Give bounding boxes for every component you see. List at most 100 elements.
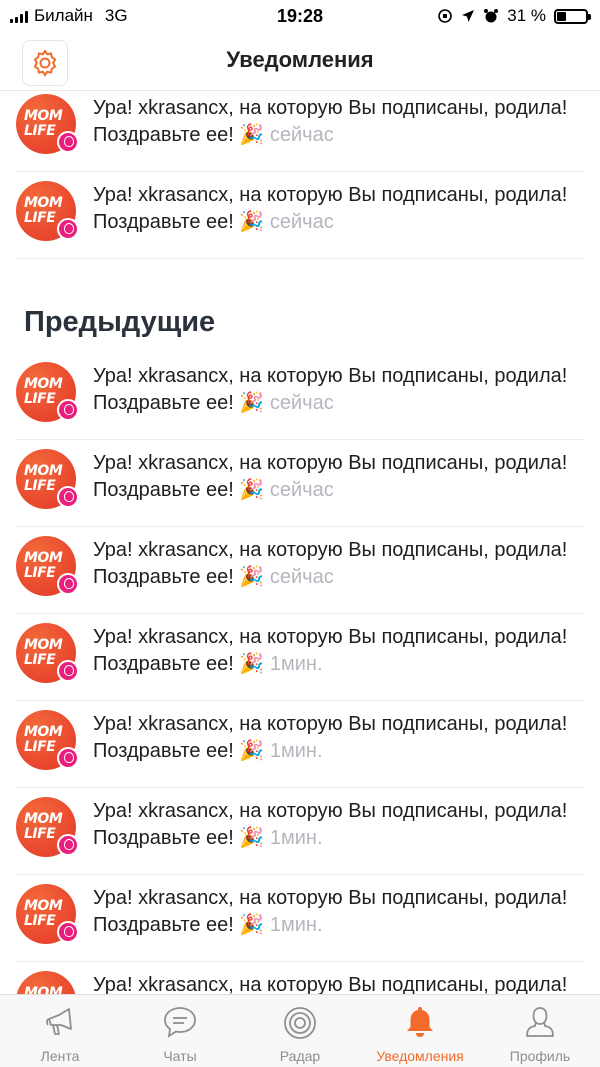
tab-label: Уведомления bbox=[376, 1048, 464, 1064]
notification-row[interactable]: MOMLIFE Ура! xkrasancx, на которую Вы под… bbox=[16, 701, 584, 788]
party-popper-icon: 🎉 bbox=[239, 390, 265, 414]
avatar[interactable]: MOMLIFE bbox=[16, 971, 76, 994]
avatar-logo-text: MOM bbox=[24, 108, 63, 124]
avatar-logo-text: MOM bbox=[24, 376, 63, 392]
chat-bubble-icon bbox=[164, 1007, 196, 1038]
avatar-logo-text: LIFE bbox=[24, 739, 56, 755]
tab-label: Радар bbox=[279, 1048, 321, 1064]
tab-feed[interactable]: Лента bbox=[0, 995, 120, 1067]
notification-row[interactable]: MOMLIFE Ура! xkrasancx, на которую Вы под… bbox=[16, 875, 584, 962]
notification-row[interactable]: MOMLIFE Ура! xkrasancx, на которую Вы под… bbox=[16, 90, 584, 172]
avatar[interactable]: MOMLIFE bbox=[16, 536, 79, 596]
notification-time: сейчас bbox=[269, 392, 334, 414]
avatar-logo-text: LIFE bbox=[24, 826, 56, 842]
notification-row[interactable]: MOMLIFE Ура! xkrasancx, на которую Вы под… bbox=[16, 527, 584, 614]
notification-message: Ура! xkrasancx, на которую Вы подписаны,… bbox=[93, 974, 568, 994]
avatar[interactable]: MOMLIFE bbox=[16, 94, 79, 154]
party-popper-icon: 🎉 bbox=[239, 825, 265, 849]
avatar-logo-text: LIFE bbox=[24, 478, 56, 494]
notifications-list[interactable]: MOM LIFE Ура! xkrasancx, на которую Вы под… bbox=[0, 90, 600, 994]
avatar-logo-text: MOM bbox=[24, 550, 63, 566]
balloon-badge-icon bbox=[57, 660, 79, 682]
location-arrow-icon bbox=[462, 10, 475, 22]
avatar-logo-text: LIFE bbox=[24, 565, 56, 581]
tab-profile[interactable]: Профиль bbox=[480, 995, 600, 1067]
balloon-badge-icon bbox=[57, 218, 79, 240]
status-bar: Билайн 3G 19:28 31 % bbox=[0, 0, 600, 34]
avatar[interactable]: MOMLIFE bbox=[16, 449, 79, 509]
notification-text: Ура! xkrasancx, на которую Вы подписаны,… bbox=[93, 972, 584, 994]
avatar-logo-text: MOM bbox=[24, 637, 63, 653]
balloon-badge-icon bbox=[57, 573, 79, 595]
tab-label: Лента bbox=[40, 1048, 80, 1064]
party-popper-icon: 🎉 bbox=[239, 122, 265, 146]
notification-row[interactable]: MOMLIFE Ура! xkrasancx, на которую Вы под… bbox=[16, 788, 584, 875]
party-popper-icon: 🎉 bbox=[239, 209, 265, 233]
notification-text: Ура! xkrasancx, на которую Вы подписаны,… bbox=[93, 363, 584, 416]
avatar-logo-text: LIFE bbox=[24, 652, 56, 668]
avatar[interactable]: MOMLIFE bbox=[16, 623, 79, 683]
battery-icon bbox=[554, 8, 591, 24]
notification-text: Ура! xkrasancx, на которую Вы подписаны,… bbox=[93, 798, 584, 851]
avatar[interactable]: MOMLIFE bbox=[16, 710, 79, 770]
notification-message: Ура! xkrasancx, на которую Вы подписаны,… bbox=[93, 713, 568, 762]
notification-time: 1мин. bbox=[269, 827, 323, 849]
notifications-group-previous: MOM LIFE Ура! xkrasancx, на которую Вы под… bbox=[0, 353, 600, 994]
notification-text: Ура! xkrasancx, на которую Вы подписаны,… bbox=[93, 885, 584, 938]
avatar-logo-text: LIFE bbox=[24, 391, 56, 407]
tab-radar[interactable]: Радар bbox=[240, 995, 360, 1067]
radar-icon bbox=[284, 1007, 316, 1039]
header: Уведомления bbox=[0, 34, 600, 91]
notification-time: 1мин. bbox=[269, 914, 323, 936]
notification-time: сейчас bbox=[269, 566, 334, 588]
avatar-logo-text: MOM bbox=[24, 724, 63, 740]
tab-bar: Лента Чаты Радар Уведомления Профиль bbox=[0, 994, 600, 1067]
notification-text: Ура! xkrasancx, на которую Вы подписаны,… bbox=[93, 537, 584, 590]
avatar[interactable]: MOMLIFE bbox=[16, 797, 79, 857]
avatar-logo-text: MOM bbox=[24, 463, 63, 479]
notification-time: сейчас bbox=[269, 479, 334, 501]
notification-time: сейчас bbox=[269, 124, 334, 146]
notification-row[interactable]: MOMLIFE Ура! xkrasancx, на которую Вы под… bbox=[16, 962, 584, 994]
notification-text: Ура! xkrasancx, на которую Вы подписаны,… bbox=[93, 95, 584, 148]
avatar[interactable]: MOMLIFE bbox=[16, 884, 79, 944]
orientation-lock-icon bbox=[438, 9, 453, 23]
avatar-logo-text: LIFE bbox=[24, 210, 56, 226]
tab-label: Профиль bbox=[509, 1048, 571, 1064]
notifications-group-recent: MOM LIFE Ура! xkrasancx, на которую Вы под… bbox=[0, 90, 600, 259]
balloon-badge-icon bbox=[57, 747, 79, 769]
status-right: 31 % bbox=[437, 6, 591, 26]
notification-row[interactable]: MOMLIFE Ура! xkrasancx, на которую Вы под… bbox=[16, 172, 584, 259]
notification-text: Ура! xkrasancx, на которую Вы подписаны,… bbox=[93, 711, 584, 764]
notification-text: Ура! xkrasancx, на которую Вы подписаны,… bbox=[93, 450, 584, 503]
avatar-logo-text: LIFE bbox=[24, 123, 56, 139]
bell-icon bbox=[407, 1007, 433, 1037]
tab-label: Чаты bbox=[163, 1048, 197, 1064]
party-popper-icon: 🎉 bbox=[239, 651, 265, 675]
party-popper-icon: 🎉 bbox=[239, 564, 265, 588]
notification-time: 1мин. bbox=[269, 740, 323, 762]
balloon-badge-icon bbox=[57, 131, 79, 153]
notification-text: Ура! xkrasancx, на которую Вы подписаны,… bbox=[93, 624, 584, 677]
tab-notifications[interactable]: Уведомления bbox=[360, 995, 480, 1067]
party-popper-icon: 🎉 bbox=[239, 738, 265, 762]
notification-row[interactable]: MOMLIFE Ура! xkrasancx, на которую Вы под… bbox=[16, 614, 584, 701]
notification-row[interactable]: MOMLIFE Ура! xkrasancx, на которую Вы под… bbox=[16, 353, 584, 440]
avatar[interactable]: MOMLIFE bbox=[16, 362, 79, 422]
balloon-badge-icon bbox=[57, 921, 79, 943]
notification-message: Ура! xkrasancx, на которую Вы подписаны,… bbox=[93, 800, 568, 849]
tab-chats[interactable]: Чаты bbox=[120, 995, 240, 1067]
person-icon bbox=[526, 1007, 554, 1037]
avatar-logo-text: MOM bbox=[24, 811, 63, 827]
notification-time: сейчас bbox=[269, 211, 334, 233]
notification-text: Ура! xkrasancx, на которую Вы подписаны,… bbox=[93, 182, 584, 235]
megaphone-icon bbox=[46, 1008, 72, 1035]
avatar-logo-text: LIFE bbox=[24, 913, 56, 929]
notification-row[interactable]: MOMLIFE Ура! xkrasancx, на которую Вы под… bbox=[16, 440, 584, 527]
battery-percent: 31 % bbox=[507, 6, 546, 25]
avatar[interactable]: MOMLIFE bbox=[16, 181, 79, 241]
notification-message: Ура! xkrasancx, на которую Вы подписаны,… bbox=[93, 887, 568, 936]
avatar-logo-text: MOM bbox=[24, 195, 63, 211]
avatar-logo-text: MOM bbox=[24, 898, 63, 914]
notification-message: Ура! xkrasancx, на которую Вы подписаны,… bbox=[93, 626, 568, 675]
